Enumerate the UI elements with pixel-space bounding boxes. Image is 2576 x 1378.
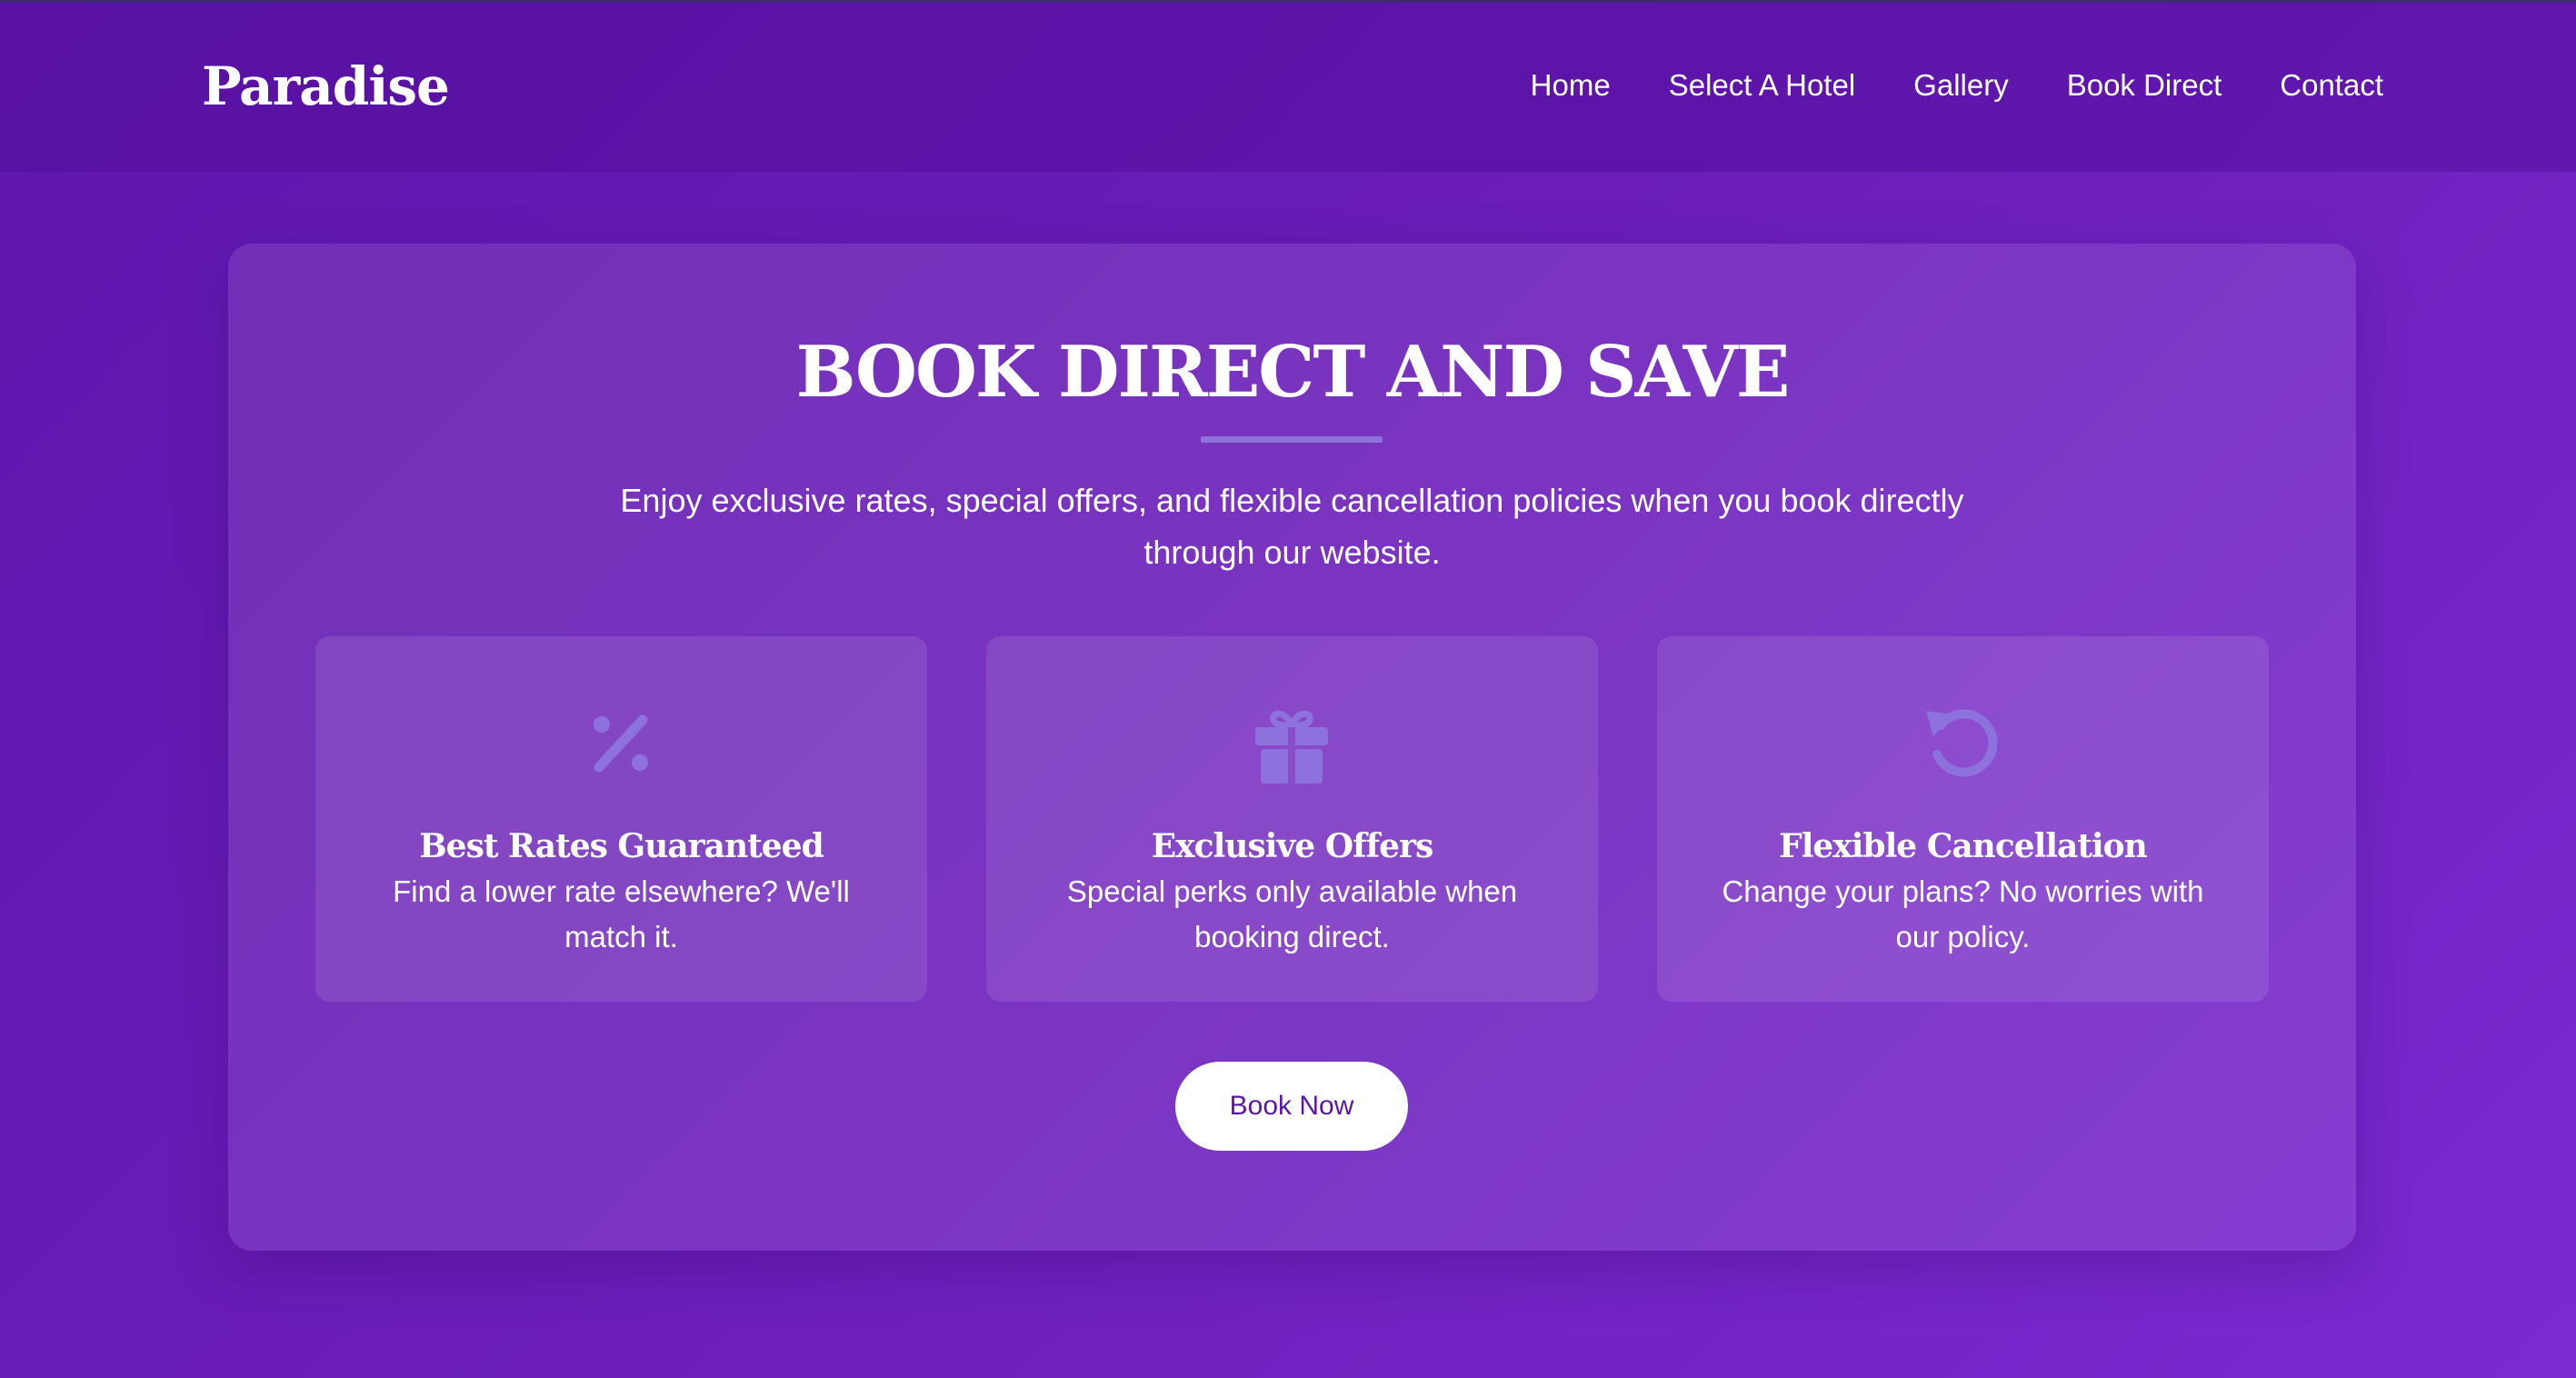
feature-card-best-rates: Best Rates Guaranteed Find a lower rate …	[315, 636, 927, 1002]
feature-text: Special perks only available when bookin…	[1066, 874, 1518, 954]
undo-icon	[1926, 709, 1998, 777]
gift-icon	[1255, 710, 1328, 784]
feature-title: Exclusive Offers	[1151, 827, 1433, 865]
nav-links: Home Select A Hotel Gallery Book Direct …	[1531, 68, 2383, 103]
section-title: BOOK DIRECT AND SAVE	[795, 331, 1791, 414]
nav-link-home[interactable]: Home	[1531, 68, 1611, 103]
nav-link-gallery[interactable]: Gallery	[1913, 68, 2009, 103]
title-divider	[1201, 436, 1383, 443]
feature-text: Change your plans? No worries with our p…	[1722, 874, 2204, 954]
book-now-button[interactable]: Book Now	[1175, 1062, 1408, 1151]
feature-card-exclusive-offers: Exclusive Offers Special perks only avai…	[986, 636, 1598, 1002]
navbar: Paradise Home Select A Hotel Gallery Boo…	[0, 3, 2576, 172]
section-subtitle: Enjoy exclusive rates, special offers, a…	[620, 482, 1964, 571]
nav-link-contact[interactable]: Contact	[2280, 68, 2383, 103]
nav-link-select-hotel[interactable]: Select A Hotel	[1669, 68, 1855, 103]
feature-card-flexible-cancellation: Flexible Cancellation Change your plans?…	[1657, 636, 2269, 1002]
feature-title: Best Rates Guaranteed	[419, 827, 824, 865]
book-direct-panel: BOOK DIRECT AND SAVE Enjoy exclusive rat…	[228, 244, 2356, 1251]
nav-link-book-direct[interactable]: Book Direct	[2067, 68, 2222, 103]
feature-title: Flexible Cancellation	[1779, 827, 2148, 865]
percent-icon	[594, 714, 648, 773]
brand-logo[interactable]: Paradise	[202, 55, 450, 117]
feature-text: Find a lower rate elsewhere? We'll match…	[393, 874, 850, 954]
